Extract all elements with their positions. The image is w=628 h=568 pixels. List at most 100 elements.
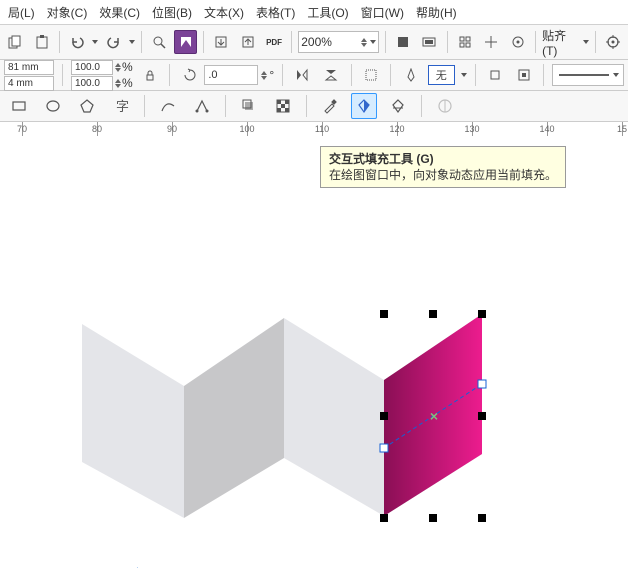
menu-help[interactable]: 帮助(H) [412,4,461,21]
selection-handle[interactable] [429,514,437,522]
eyedropper-icon[interactable] [317,93,343,119]
transparency-tool-icon[interactable] [270,93,296,119]
undo-caret[interactable] [92,40,98,44]
freehand-tool-icon[interactable] [155,93,181,119]
artwork [0,136,628,568]
mirror-h-icon[interactable] [291,63,314,87]
menu-bar: 局(L) 对象(C) 效果(C) 位图(B) 文本(X) 表格(T) 工具(O)… [0,0,628,25]
bitmap-trace-icon[interactable] [174,30,197,54]
degree-label: ° [269,68,274,82]
selection-handle[interactable] [429,310,437,318]
separator [535,31,536,53]
separator [59,31,60,53]
selection-handle[interactable] [478,310,486,318]
selection-handle[interactable] [380,412,388,420]
separator [385,31,386,53]
separator [203,31,204,53]
lock-ratio-icon[interactable] [139,63,162,87]
selection-handle[interactable] [478,412,486,420]
svg-text:字: 字 [116,99,129,114]
x-position[interactable]: 81 mm [4,60,54,75]
menu-layout[interactable]: 局(L) [4,4,39,21]
menu-bitmap[interactable]: 位图(B) [148,4,196,21]
rotation-angle[interactable]: .0 [204,65,258,85]
selection-center-icon[interactable]: × [430,408,438,424]
tool-row: 字 [0,91,628,122]
menu-text[interactable]: 文本(X) [200,4,248,21]
tooltip: 交互式填充工具 (G) 在绘图窗口中，向对象动态应用当前填充。 [320,146,566,188]
rotate-icon [178,63,202,87]
separator [291,31,292,53]
separator [62,64,63,86]
ellipse-tool-icon[interactable] [40,93,66,119]
mirror-v-icon[interactable] [320,63,343,87]
pct-label: % [122,76,133,90]
separator [169,64,170,86]
tooltip-title: 交互式填充工具 (G) [329,151,557,167]
free-transform-icon[interactable] [360,63,383,87]
separator [595,31,596,53]
menu-object[interactable]: 对象(C) [43,4,92,21]
menu-window[interactable]: 窗口(W) [357,4,408,21]
edit-fill-icon[interactable] [512,63,535,87]
separator [306,95,307,117]
rectangle-tool-icon[interactable] [6,93,32,119]
paste-icon[interactable] [31,30,54,54]
selection-handle[interactable] [478,514,486,522]
standard-toolbar: PDF 200% 贴齐(T) [0,25,628,60]
polygon-tool-icon[interactable] [74,93,100,119]
preview-icon[interactable] [418,30,441,54]
separator [543,64,544,86]
scale-x[interactable]: 100.0 [71,60,113,75]
grid-icon[interactable] [454,30,477,54]
menu-tools[interactable]: 工具(O) [303,4,352,21]
search-icon[interactable] [148,30,171,54]
pdf-icon[interactable]: PDF [263,30,286,54]
zoom-value: 200% [301,35,360,49]
y-position[interactable]: 4 mm [4,76,54,91]
fullscreen-icon[interactable] [392,30,415,54]
outline-pen-icon[interactable] [432,93,458,119]
snap-icon[interactable] [507,30,530,54]
fill-caret[interactable] [461,73,467,77]
drawing-canvas[interactable]: × www.rjzxw.com [0,136,628,568]
separator [390,64,391,86]
options-icon[interactable] [602,30,625,54]
selection-handle[interactable] [380,514,388,522]
separator [144,95,145,117]
pct-label: % [122,60,133,74]
watermark: www.rjzxw.com [94,564,197,568]
menu-table[interactable]: 表格(T) [252,4,299,21]
zoom-dropdown[interactable]: 200% [298,31,379,53]
redo-caret[interactable] [129,40,135,44]
scale-y[interactable]: 100.0 [71,76,113,91]
separator [141,31,142,53]
fountain-fill-pen-icon[interactable] [399,63,422,87]
redo-icon[interactable] [102,30,125,54]
separator [475,64,476,86]
copy-icon[interactable] [4,30,27,54]
guides-icon[interactable] [480,30,503,54]
separator [351,64,352,86]
selection-handle[interactable] [380,310,388,318]
separator [225,95,226,117]
menu-effects[interactable]: 效果(C) [95,4,144,21]
snap-label[interactable]: 贴齐(T) [542,27,579,58]
shape-tool-icon[interactable] [189,93,215,119]
no-fill-swatch[interactable]: 无 [428,65,455,85]
outline-style-dropdown[interactable] [552,64,624,86]
separator [282,64,283,86]
interactive-fill-tool-icon[interactable] [351,93,377,119]
export-icon[interactable] [236,30,259,54]
mesh-fill-tool-icon[interactable] [385,93,411,119]
separator [421,95,422,117]
text-tool-icon[interactable]: 字 [108,93,134,119]
undo-icon[interactable] [66,30,89,54]
separator [447,31,448,53]
property-bar: 81 mm 4 mm 100.0% 100.0% .0 ° 无 [0,60,628,91]
shadow-tool-icon[interactable] [236,93,262,119]
import-icon[interactable] [210,30,233,54]
tooltip-body: 在绘图窗口中，向对象动态应用当前填充。 [329,167,557,183]
snap-caret[interactable] [583,40,589,44]
copy-fill-icon[interactable] [483,63,506,87]
